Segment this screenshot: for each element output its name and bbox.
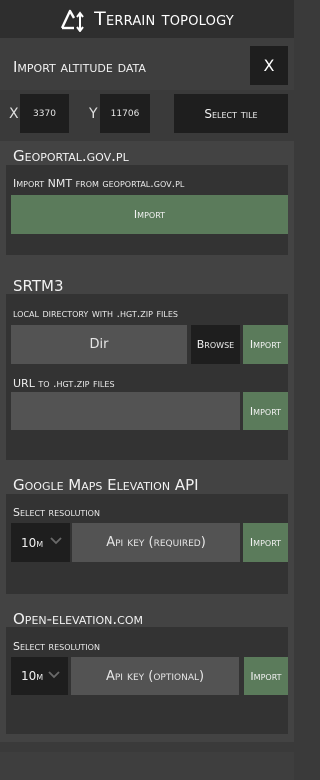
srtm-dir-label: local directory with .hgt.zip files — [13, 307, 179, 320]
terrain-logo-icon — [61, 9, 84, 32]
geoportal-import-button[interactable]: Import — [11, 195, 288, 234]
chevron-down-icon — [50, 537, 62, 545]
srtm-url-import-button[interactable]: Import — [243, 392, 288, 430]
title-bar: Terrain topology — [0, 0, 294, 38]
y-coordinate-input[interactable]: 11706 — [100, 94, 150, 133]
y-label: Y — [89, 106, 98, 122]
open-elevation-api-key-input[interactable]: Api key (optional) — [71, 657, 239, 695]
google-api-key-input[interactable]: Api key (required) — [72, 523, 240, 562]
footer-strip — [0, 752, 294, 780]
srtm-url-label: URL to .hgt.zip files — [13, 377, 115, 390]
open-elevation-resolution-select[interactable]: 10m — [11, 657, 68, 695]
google-import-button[interactable]: Import — [243, 523, 288, 562]
browse-button[interactable]: Browse — [191, 325, 240, 364]
srtm-directory-field[interactable]: Dir — [11, 325, 187, 364]
select-tile-button[interactable]: Select tile — [174, 94, 288, 133]
window-title: Terrain topology — [94, 8, 234, 30]
srtm-url-input[interactable] — [11, 392, 240, 430]
geoportal-sub-label: Import NMT from geoportal.gov.pl — [13, 177, 185, 190]
open-elevation-import-button[interactable]: Import — [244, 657, 288, 695]
x-coordinate-input[interactable]: 3370 — [20, 94, 69, 133]
open-elevation-resolution-value: 10m — [21, 669, 44, 683]
srtm-title: SRTM3 — [13, 277, 64, 295]
google-resolution-label: Select resolution — [13, 506, 100, 519]
close-icon: X — [263, 56, 275, 75]
google-resolution-select[interactable]: 10m — [11, 523, 70, 562]
x-label: X — [9, 106, 19, 122]
import-header-label: Import altitude data — [13, 58, 146, 76]
google-title: Google Maps Elevation API — [13, 476, 199, 494]
google-resolution-value: 10m — [21, 535, 44, 550]
srtm-dir-import-button[interactable]: Import — [243, 325, 288, 364]
open-elevation-resolution-label: Select resolution — [13, 640, 100, 653]
chevron-down-icon — [48, 671, 60, 679]
geoportal-title: Geoportal.gov.pl — [13, 147, 129, 165]
close-button[interactable]: X — [250, 46, 288, 85]
open-elevation-title: Open-elevation.com — [13, 610, 143, 628]
